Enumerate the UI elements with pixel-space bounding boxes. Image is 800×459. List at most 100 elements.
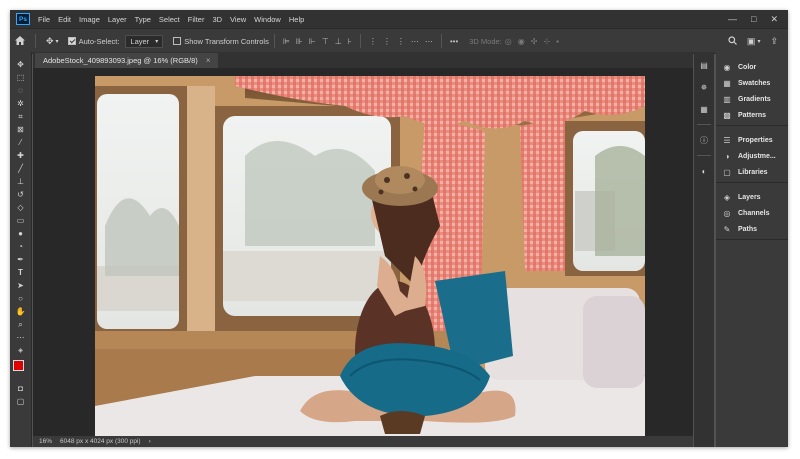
workspace-icon[interactable]: ▣: [747, 36, 756, 47]
edit-toolbar-icon[interactable]: ◈: [13, 344, 29, 357]
blur-tool-icon[interactable]: ●: [13, 227, 29, 240]
roll-3d-icon[interactable]: ◉: [518, 37, 525, 46]
dodge-tool-icon[interactable]: ◔: [13, 240, 29, 253]
move-icon[interactable]: ✥: [46, 36, 54, 47]
home-icon[interactable]: [15, 35, 25, 47]
distribute-left-icon[interactable]: ⋯: [411, 37, 419, 46]
menu-filter[interactable]: Filter: [184, 15, 209, 24]
paths-icon: ✎: [723, 224, 731, 234]
menu-3d[interactable]: 3D: [208, 15, 226, 24]
more-options-button[interactable]: •••: [450, 37, 458, 46]
panel-gradients[interactable]: ▥ Gradients: [716, 91, 788, 107]
clone-stamp-tool-icon[interactable]: ⊥: [13, 175, 29, 188]
panel-libraries[interactable]: ▢ Libraries: [716, 164, 788, 180]
auto-select-target-dropdown[interactable]: Layer ▾: [125, 34, 164, 48]
marquee-tool-icon[interactable]: ⬚: [13, 71, 29, 84]
close-icon[interactable]: ×: [206, 56, 211, 65]
path-selection-tool-icon[interactable]: ➤: [13, 279, 29, 292]
distribute-right-icon[interactable]: ⋯: [425, 37, 433, 46]
pen-tool-icon[interactable]: ✒: [13, 253, 29, 266]
healing-brush-tool-icon[interactable]: ✚: [13, 149, 29, 162]
menu-window[interactable]: Window: [250, 15, 285, 24]
panel-swatches[interactable]: ▦ Swatches: [716, 75, 788, 91]
slide-3d-icon[interactable]: ⊹: [543, 37, 550, 46]
distribute-bottom-icon[interactable]: ⋮: [397, 37, 405, 46]
gradient-tool-icon[interactable]: ▭: [13, 214, 29, 227]
align-center-icon[interactable]: ⊪: [296, 37, 303, 46]
menu-file[interactable]: File: [34, 15, 54, 24]
brushes-panel-icon[interactable]: ✵: [697, 80, 711, 94]
zoom-level[interactable]: 16%: [39, 438, 52, 445]
eraser-tool-icon[interactable]: ◇: [13, 201, 29, 214]
chevron-down-icon[interactable]: ▾: [56, 38, 59, 45]
menu-help[interactable]: Help: [285, 15, 308, 24]
align-right-icon[interactable]: ⊩: [309, 37, 316, 46]
document-tab[interactable]: AdobeStock_409893093.jpeg @ 16% (RGB/8) …: [35, 53, 219, 68]
eyedropper-tool-icon[interactable]: ⁄: [13, 136, 29, 149]
distribute-middle-icon[interactable]: ⋮: [383, 37, 391, 46]
color-swatches[interactable]: [12, 360, 30, 376]
actions-panel-icon[interactable]: ▦: [697, 102, 711, 116]
align-bottom-icon[interactable]: ⊦: [348, 37, 352, 46]
color-panel-group: ◉ Color ▦ Swatches ▥ Gradients ▩ Pattern…: [716, 59, 788, 126]
align-middle-icon[interactable]: ⊥: [335, 37, 342, 46]
pan-3d-icon[interactable]: ✣: [531, 37, 538, 46]
search-icon[interactable]: [728, 35, 737, 47]
magic-wand-tool-icon[interactable]: ✲: [13, 97, 29, 110]
color-wheel-icon: ◉: [723, 62, 731, 72]
show-transform-checkbox[interactable]: Show Transform Controls: [173, 37, 269, 46]
info-panel-icon[interactable]: ⓘ: [697, 133, 711, 147]
panel-patterns[interactable]: ▩ Patterns: [716, 107, 788, 123]
history-brush-tool-icon[interactable]: ↺: [13, 188, 29, 201]
menu-type[interactable]: Type: [131, 15, 155, 24]
share-icon[interactable]: ⇪: [770, 36, 778, 47]
align-left-icon[interactable]: ⊫: [283, 37, 290, 46]
image-canvas[interactable]: [95, 76, 645, 444]
panel-paths[interactable]: ✎ Paths: [716, 221, 788, 237]
channels-icon: ◎: [723, 208, 731, 218]
crop-tool-icon[interactable]: ⌗: [13, 110, 29, 123]
orbit-3d-icon[interactable]: ◎: [505, 37, 512, 46]
history-panel-icon[interactable]: ▤: [697, 58, 711, 72]
foreground-color-swatch[interactable]: [12, 360, 24, 371]
panel-label: Patterns: [738, 111, 767, 119]
brush-tool-icon[interactable]: ╱: [13, 162, 29, 175]
panel-label: Paths: [738, 225, 758, 233]
distribute-top-icon[interactable]: ⋮: [369, 37, 377, 46]
scale-3d-icon[interactable]: ▪: [556, 37, 559, 46]
menu-select[interactable]: Select: [155, 15, 184, 24]
shape-tool-icon[interactable]: ○: [13, 292, 29, 305]
lasso-tool-icon[interactable]: ◌: [13, 84, 29, 97]
move-tool-icon[interactable]: ✥: [13, 58, 29, 71]
chevron-right-icon[interactable]: ›: [149, 438, 151, 445]
close-button[interactable]: ✕: [770, 14, 778, 25]
align-top-icon[interactable]: ⊤: [322, 37, 329, 46]
panel-properties[interactable]: ☰ Properties: [716, 132, 788, 148]
screen-mode-icon[interactable]: ▢: [13, 395, 29, 408]
panel-adjustments[interactable]: ◑ Adjustme...: [716, 148, 788, 164]
auto-select-checkbox[interactable]: Auto-Select:: [67, 36, 120, 46]
chevron-down-icon[interactable]: ▾: [757, 38, 760, 45]
menu-view[interactable]: View: [226, 15, 250, 24]
panel-label: Properties: [738, 136, 773, 144]
menu-edit[interactable]: Edit: [54, 15, 75, 24]
layers-panel-group: ◈ Layers ◎ Channels ✎ Paths: [716, 189, 788, 240]
panel-color[interactable]: ◉ Color: [716, 59, 788, 75]
frame-tool-icon[interactable]: ⊠: [13, 123, 29, 136]
dropdown-value: Layer: [130, 36, 150, 46]
quick-mask-icon[interactable]: ◘: [13, 382, 29, 395]
panel-channels[interactable]: ◎ Channels: [716, 205, 788, 221]
minimize-button[interactable]: —: [728, 14, 737, 24]
more-tools-icon[interactable]: ⋯: [13, 331, 29, 344]
hand-tool-icon[interactable]: ✋: [13, 305, 29, 318]
maximize-button[interactable]: □: [751, 14, 756, 24]
panel-layers[interactable]: ◈ Layers: [716, 189, 788, 205]
divider: [440, 34, 442, 48]
auto-select-label: Auto-Select:: [78, 36, 120, 46]
zoom-tool-icon[interactable]: ⌕: [13, 318, 29, 331]
clone-source-panel-icon[interactable]: ◐: [697, 164, 711, 178]
type-tool-icon[interactable]: T: [13, 266, 29, 279]
menu-image[interactable]: Image: [75, 15, 104, 24]
menu-layer[interactable]: Layer: [104, 15, 131, 24]
divider: [273, 34, 275, 48]
